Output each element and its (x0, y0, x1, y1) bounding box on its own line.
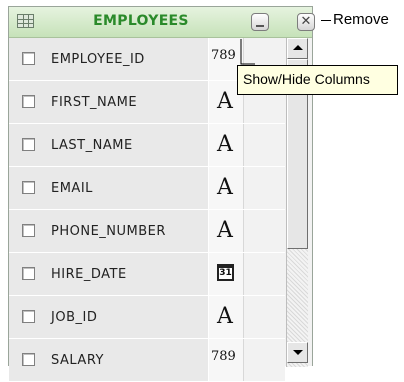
column-checkbox[interactable] (22, 224, 35, 237)
text-icon: A (217, 304, 233, 329)
list-item: SALARY 789 (9, 339, 285, 382)
callout-line (321, 20, 331, 21)
cursor-pointer-icon (240, 39, 255, 65)
calendar-icon: 31 (217, 264, 234, 281)
list-item: PHONE_NUMBER A (9, 210, 285, 253)
list-item: HIRE_DATE 31 (9, 253, 285, 296)
text-icon: A (217, 132, 233, 157)
column-name: JOB_ID (51, 310, 98, 325)
column-name: EMAIL (51, 181, 93, 196)
text-icon: A (217, 218, 233, 243)
column-name: LAST_NAME (51, 138, 133, 153)
list-item: JOB_ID A (9, 296, 285, 339)
column-checkbox[interactable] (22, 95, 35, 108)
list-item: EMAIL A (9, 167, 285, 210)
column-checkbox[interactable] (22, 267, 35, 280)
number-icon: 789 (211, 48, 236, 63)
table-panel: EMPLOYEES ✕ EMPLOYEE_ID 789 FIRST_NAME A… (8, 6, 315, 382)
column-checkbox[interactable] (22, 181, 35, 194)
scroll-up-arrow-icon[interactable] (287, 38, 308, 59)
remove-button[interactable]: ✕ (297, 13, 315, 31)
tooltip: Show/Hide Columns (237, 65, 398, 95)
panel-header[interactable]: EMPLOYEES ✕ (9, 7, 315, 38)
show-hide-columns-button[interactable] (251, 13, 269, 31)
list-item: LAST_NAME A (9, 124, 285, 167)
number-icon: 789 (211, 349, 236, 364)
column-name: SALARY (51, 353, 104, 368)
text-icon: A (217, 175, 233, 200)
column-checkbox[interactable] (22, 138, 35, 151)
text-icon: A (217, 89, 233, 114)
table-grid-icon (17, 14, 34, 28)
column-name: FIRST_NAME (51, 95, 138, 110)
remove-callout-label: Remove (333, 11, 389, 28)
panel-title: EMPLOYEES (93, 13, 189, 29)
column-name: EMPLOYEE_ID (51, 52, 145, 67)
column-checkbox[interactable] (22, 310, 35, 323)
column-name: PHONE_NUMBER (51, 224, 166, 239)
column-checkbox[interactable] (22, 52, 35, 65)
column-name: HIRE_DATE (51, 267, 127, 282)
